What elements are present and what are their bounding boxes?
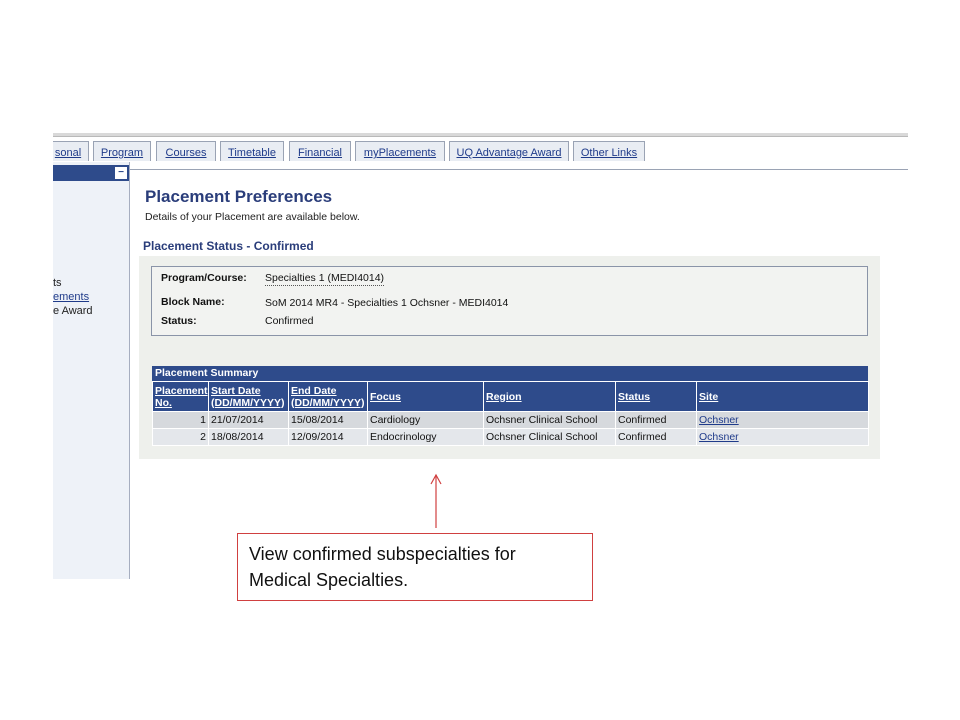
tab-other-links[interactable]: Other Links <box>573 141 645 161</box>
column-header-region[interactable]: Region <box>483 381 616 412</box>
column-header-line: Region <box>486 390 522 403</box>
cell-site: Ochsner <box>696 411 869 429</box>
sidebar-item-placements[interactable]: ements <box>53 291 89 304</box>
site-link[interactable]: Ochsner <box>699 431 739 443</box>
program-course-value[interactable]: Specialties 1 (MEDI4014) <box>265 272 385 286</box>
cell-focus: Cardiology <box>367 411 484 429</box>
site-link[interactable]: Ochsner <box>699 414 739 426</box>
table-row: 2 18/08/2014 12/09/2014 Endocrinology Oc… <box>152 428 869 446</box>
cell-status: Confirmed <box>615 411 697 429</box>
browser-frame: sonal Program Courses Timetable Financia… <box>53 133 908 579</box>
column-header-line: Start Date <box>211 384 261 397</box>
tab-courses[interactable]: Courses <box>156 141 216 161</box>
column-header-site[interactable]: Site <box>696 381 869 412</box>
column-header-status[interactable]: Status <box>615 381 697 412</box>
sidebar-header: − <box>53 165 129 181</box>
annotation-callout: View confirmed subspecialties for Medica… <box>237 533 593 601</box>
column-header-line: End Date <box>291 384 337 397</box>
cell-region: Ochsner Clinical School <box>483 411 616 429</box>
sidebar-item-award[interactable]: e Award <box>53 305 93 318</box>
column-header-line: No. <box>155 396 172 409</box>
placement-summary-title: Placement Summary <box>152 366 868 381</box>
tab-financial[interactable]: Financial <box>289 141 351 161</box>
callout-arrow-icon <box>430 473 442 528</box>
table-row: 1 21/07/2014 15/08/2014 Cardiology Ochsn… <box>152 411 869 429</box>
cell-start-date: 18/08/2014 <box>208 428 289 446</box>
block-name-label: Block Name: <box>161 296 225 308</box>
tab-program[interactable]: Program <box>93 141 151 161</box>
sidebar-item-links[interactable]: ts <box>53 277 62 290</box>
cell-end-date: 12/09/2014 <box>288 428 368 446</box>
cell-placement-no: 1 <box>152 411 209 429</box>
page-title: Placement Preferences <box>145 187 333 206</box>
cell-region: Ochsner Clinical School <box>483 428 616 446</box>
tab-bar-baseline <box>53 169 908 170</box>
column-header-line: Focus <box>370 390 401 403</box>
collapse-icon[interactable]: − <box>115 167 127 179</box>
tab-uq-advantage-award[interactable]: UQ Advantage Award <box>449 141 569 161</box>
tab-bar: sonal Program Courses Timetable Financia… <box>53 141 908 170</box>
cell-status: Confirmed <box>615 428 697 446</box>
sidebar: − ts ements e Award <box>53 162 130 579</box>
callout-line: Medical Specialties. <box>249 570 409 590</box>
cell-end-date: 15/08/2014 <box>288 411 368 429</box>
column-header-end-date[interactable]: End Date (DD/MM/YYYY) <box>288 381 368 412</box>
placement-summary-table: Placement No. Start Date (DD/MM/YYYY) End … <box>152 381 869 446</box>
frame-top-border <box>53 133 908 137</box>
status-value: Confirmed <box>265 315 314 327</box>
placement-panel: Program/Course: Specialties 1 (MEDI4014)… <box>139 256 880 459</box>
column-header-line: (DD/MM/YYYY) <box>291 396 365 409</box>
callout-line: View confirmed subspecialties for <box>249 544 516 564</box>
column-header-line: Status <box>618 390 651 403</box>
placement-summary: Placement Summary Placement No. Start Dat… <box>152 366 869 446</box>
program-course-label: Program/Course: <box>161 272 247 284</box>
table-header-row: Placement No. Start Date (DD/MM/YYYY) End … <box>152 381 869 412</box>
column-header-line: (DD/MM/YYYY) <box>211 396 285 409</box>
tab-personal[interactable]: sonal <box>53 141 89 161</box>
column-header-focus[interactable]: Focus <box>367 381 484 412</box>
cell-site: Ochsner <box>696 428 869 446</box>
column-header-placement-no[interactable]: Placement No. <box>152 381 209 412</box>
page-subtitle: Details of your Placement are available … <box>145 211 360 223</box>
placement-status-heading: Placement Status - Confirmed <box>143 239 314 253</box>
cell-focus: Endocrinology <box>367 428 484 446</box>
cell-start-date: 21/07/2014 <box>208 411 289 429</box>
column-header-start-date[interactable]: Start Date (DD/MM/YYYY) <box>208 381 289 412</box>
column-header-line: Site <box>699 390 719 403</box>
status-label: Status: <box>161 315 197 327</box>
cell-placement-no: 2 <box>152 428 209 446</box>
block-name-value: SoM 2014 MR4 - Specialties 1 Ochsner - M… <box>265 297 509 309</box>
tab-timetable[interactable]: Timetable <box>220 141 284 161</box>
placement-details-box: Program/Course: Specialties 1 (MEDI4014)… <box>151 266 868 336</box>
column-header-line: Placement <box>155 384 208 397</box>
tab-myplacements[interactable]: myPlacements <box>355 141 445 161</box>
